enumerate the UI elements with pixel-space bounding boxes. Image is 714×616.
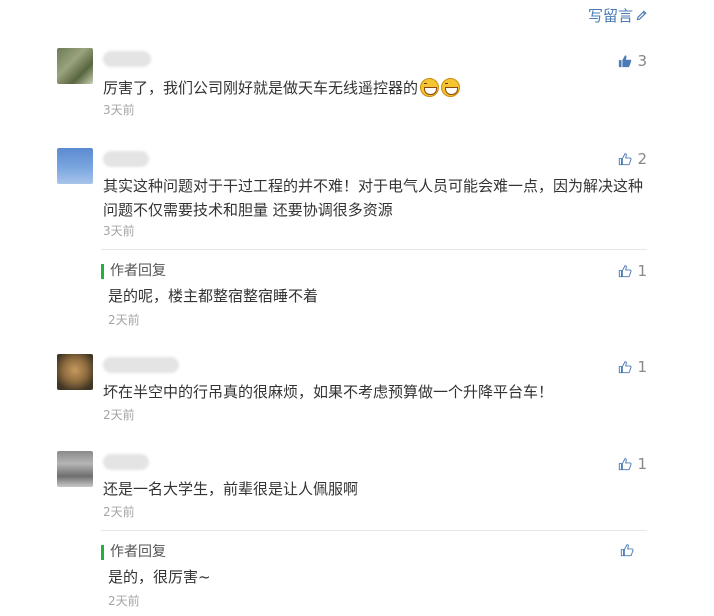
author-reply-text: 是的呢，楼主都整宿整宿睡不着 <box>108 287 319 305</box>
author-reply-label: 作者回复 <box>101 545 166 560</box>
comment-item: 坏在半空中的行吊真的很麻烦，如果不考虑预算做一个升降平台车！ 2天前 1 <box>57 354 647 424</box>
like-count: 1 <box>637 262 647 280</box>
like-button[interactable]: 2 <box>618 150 647 168</box>
comment-time: 2天前 <box>103 408 135 422</box>
thumb-up-icon <box>619 458 632 471</box>
comment-text: 还是一名大学生，前辈很是让人佩服啊 <box>103 480 359 498</box>
author-reply: 作者回复 是的呢，楼主都整宿整宿睡不着 2天前 1 <box>101 249 647 330</box>
avatar[interactable] <box>57 354 93 390</box>
write-comment-label: 写留言 <box>587 7 633 25</box>
thumb-up-icon <box>620 544 634 557</box>
write-comment-link[interactable]: 写留言 <box>588 5 648 26</box>
username-blurred <box>103 51 151 67</box>
comment-time: 3天前 <box>103 103 135 117</box>
like-button[interactable]: 3 <box>618 52 647 70</box>
avatar[interactable] <box>57 48 93 84</box>
username-blurred <box>103 357 179 373</box>
like-count: 3 <box>637 52 647 70</box>
reply-like-button[interactable]: 1 <box>618 262 647 280</box>
thumb-up-icon <box>619 361 632 374</box>
reply-like-button[interactable] <box>620 543 639 557</box>
thumb-up-icon <box>619 55 632 68</box>
author-reply-time: 2天前 <box>108 313 140 327</box>
like-button[interactable]: 1 <box>618 455 647 473</box>
author-reply-text: 是的，很厉害~ <box>108 568 211 586</box>
grin-emoji-icon <box>441 78 461 97</box>
avatar[interactable] <box>57 451 93 487</box>
comment-text: 坏在半空中的行吊真的很麻烦，如果不考虑预算做一个升降平台车！ <box>103 383 554 401</box>
comment-text: 其实这种问题对于干过工程的并不难！对于电气人员可能会难一点，因为解决这种问题不仅… <box>103 177 644 219</box>
like-count: 1 <box>637 358 647 376</box>
comment-time: 3天前 <box>103 224 135 238</box>
like-button[interactable]: 1 <box>618 358 647 376</box>
comment-time: 2天前 <box>103 505 135 519</box>
author-reply-label: 作者回复 <box>101 264 166 279</box>
comment-text: 厉害了，我们公司刚好就是做天车无线遥控器的 <box>103 76 651 100</box>
pencil-icon <box>636 10 647 21</box>
comment-item: 还是一名大学生，前辈很是让人佩服啊 2天前 1 <box>57 451 647 521</box>
like-count: 2 <box>637 150 647 168</box>
avatar[interactable] <box>57 148 93 184</box>
username-blurred <box>103 454 149 470</box>
like-count: 1 <box>637 455 647 473</box>
author-reply-time: 2天前 <box>108 594 140 608</box>
grin-emoji-icon <box>420 78 440 97</box>
comment-item: 其实这种问题对于干过工程的并不难！对于电气人员可能会难一点，因为解决这种问题不仅… <box>57 148 647 243</box>
thumb-up-icon <box>619 265 632 278</box>
username-blurred <box>103 151 149 167</box>
author-reply: 作者回复 是的，很厉害~ 2天前 <box>101 530 647 611</box>
comment-item: 厉害了，我们公司刚好就是做天车无线遥控器的 3天前 3 <box>57 48 647 118</box>
thumb-up-icon <box>619 153 632 166</box>
